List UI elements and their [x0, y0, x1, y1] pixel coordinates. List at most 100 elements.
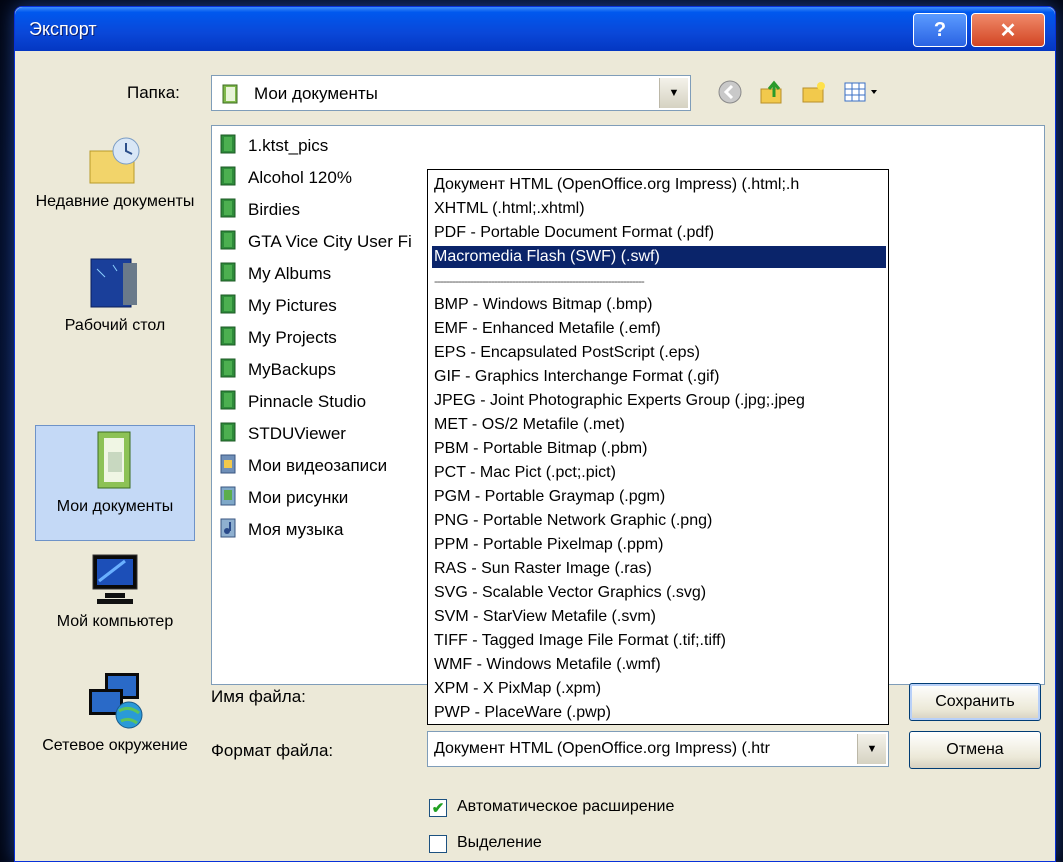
help-button[interactable]: ?	[913, 13, 967, 47]
back-icon[interactable]	[715, 77, 745, 107]
folder-icon	[220, 422, 238, 447]
list-item[interactable]: GTA Vice City User Fi	[220, 228, 412, 256]
auto-extension-label: Автоматическое расширение	[457, 798, 675, 815]
list-item[interactable]: My Projects	[220, 324, 337, 352]
music-folder-icon	[220, 518, 238, 543]
place-network[interactable]: Сетевое окружение	[35, 669, 195, 789]
list-item[interactable]: Birdies	[220, 196, 300, 224]
place-recent[interactable]: Недавние документы	[35, 135, 195, 245]
dialog-body: Папка: Мои документы ▼ Недавние документ…	[15, 51, 1055, 861]
format-option[interactable]: PPM - Portable Pixelmap (.ppm)	[432, 534, 886, 556]
folder-current: Мои документы	[254, 84, 378, 103]
format-select[interactable]: Документ HTML (OpenOffice.org Impress) (…	[427, 731, 889, 767]
folder-icon	[220, 390, 238, 415]
chevron-down-icon[interactable]: ▼	[857, 734, 886, 764]
format-option[interactable]: PGM - Portable Graymap (.pgm)	[432, 486, 886, 508]
folder-icon	[220, 166, 238, 191]
place-label: Рабочий стол	[64, 317, 166, 334]
format-option[interactable]: PWP - PlaceWare (.pwp)	[432, 702, 886, 724]
folder-icon	[220, 230, 238, 255]
file-name: My Projects	[248, 328, 337, 347]
place-label: Недавние документы	[35, 193, 195, 210]
file-name: STDUViewer	[248, 424, 346, 443]
list-item[interactable]: Мои рисунки	[220, 484, 348, 512]
format-option[interactable]: JPEG - Joint Photographic Experts Group …	[432, 390, 886, 412]
list-item[interactable]: STDUViewer	[220, 420, 346, 448]
auto-extension-checkbox[interactable]: ✔	[429, 799, 447, 817]
list-item[interactable]: Мои видеозаписи	[220, 452, 387, 480]
list-item[interactable]: MyBackups	[220, 356, 336, 384]
format-separator: ----------------------------------------…	[434, 274, 645, 288]
title-bar[interactable]: Экспорт ? ✕	[15, 7, 1055, 51]
format-option[interactable]: GIF - Graphics Interchange Format (.gif)	[432, 366, 886, 388]
format-dropdown-list[interactable]: Документ HTML (OpenOffice.org Impress) (…	[427, 169, 889, 725]
export-dialog: Экспорт ? ✕ Папка: Мои документы ▼ Недав…	[14, 6, 1056, 862]
my-computer-icon	[35, 551, 195, 607]
format-option[interactable]: RAS - Sun Raster Image (.ras)	[432, 558, 886, 580]
pictures-folder-icon	[220, 486, 238, 511]
format-option[interactable]: MET - OS/2 Metafile (.met)	[432, 414, 886, 436]
recent-documents-icon	[35, 135, 195, 187]
format-option[interactable]: EPS - Encapsulated PostScript (.eps)	[432, 342, 886, 364]
file-name: MyBackups	[248, 360, 336, 379]
format-option[interactable]: PBM - Portable Bitmap (.pbm)	[432, 438, 886, 460]
new-folder-icon[interactable]	[799, 77, 829, 107]
format-current: Документ HTML (OpenOffice.org Impress) (…	[434, 740, 770, 757]
selection-label: Выделение	[457, 834, 542, 851]
format-option[interactable]: WMF - Windows Metafile (.wmf)	[432, 654, 886, 676]
file-name: Мои видеозаписи	[248, 456, 388, 475]
format-option[interactable]: BMP - Windows Bitmap (.bmp)	[432, 294, 886, 316]
folder-toolbar	[715, 77, 885, 107]
video-folder-icon	[220, 454, 238, 479]
folder-icon	[220, 134, 238, 159]
folder-label: Папка:	[127, 83, 180, 102]
format-option-selected[interactable]: Macromedia Flash (SWF) (.swf)	[432, 246, 886, 268]
format-option[interactable]: SVG - Scalable Vector Graphics (.svg)	[432, 582, 886, 604]
place-desktop[interactable]: Рабочий стол	[35, 257, 195, 357]
desktop-icon	[35, 257, 195, 311]
list-item[interactable]: My Pictures	[220, 292, 337, 320]
place-my-computer[interactable]: Мой компьютер	[35, 551, 195, 651]
places-bar: Недавние документы Рабочий стол Мои доку…	[35, 125, 195, 754]
file-name: My Albums	[248, 264, 332, 283]
my-documents-icon	[36, 430, 194, 492]
format-option[interactable]: PCT - Mac Pict (.pct;.pict)	[432, 462, 886, 484]
format-option[interactable]: SVM - StarView Metafile (.svm)	[432, 606, 886, 628]
my-documents-icon	[220, 83, 242, 110]
list-item[interactable]: Моя музыка	[220, 516, 343, 544]
close-button[interactable]: ✕	[971, 13, 1045, 47]
list-item[interactable]: My Albums	[220, 260, 331, 288]
place-my-documents[interactable]: Мои документы	[35, 425, 195, 541]
format-option[interactable]: PDF - Portable Document Format (.pdf)	[432, 222, 886, 244]
folder-icon	[220, 358, 238, 383]
folder-icon	[220, 326, 238, 351]
file-name: My Pictures	[248, 296, 337, 315]
selection-checkbox[interactable]	[429, 835, 447, 853]
place-label: Сетевое окружение	[42, 737, 188, 754]
view-menu-icon[interactable]	[841, 77, 885, 107]
save-button[interactable]: Сохранить	[909, 683, 1041, 721]
format-option[interactable]: XHTML (.html;.xhtml)	[432, 198, 886, 220]
place-label: Мой компьютер	[56, 613, 174, 630]
list-item[interactable]: Pinnacle Studio	[220, 388, 366, 416]
folder-icon	[220, 294, 238, 319]
file-name: Birdies	[248, 200, 300, 219]
network-icon	[35, 669, 195, 731]
file-name: 1.ktst_pics	[248, 136, 329, 155]
chevron-down-icon[interactable]: ▼	[659, 78, 688, 108]
file-name: Моя музыка	[248, 520, 344, 539]
folder-icon	[220, 198, 238, 223]
format-option[interactable]: XPM - X PixMap (.xpm)	[432, 678, 886, 700]
cancel-button[interactable]: Отмена	[909, 731, 1041, 769]
format-option[interactable]: EMF - Enhanced Metafile (.emf)	[432, 318, 886, 340]
file-name: Alcohol 120%	[248, 168, 352, 187]
format-option[interactable]: TIFF - Tagged Image File Format (.tif;.t…	[432, 630, 886, 652]
format-option[interactable]: Документ HTML (OpenOffice.org Impress) (…	[432, 174, 886, 196]
list-item[interactable]: Alcohol 120%	[220, 164, 352, 192]
window-title: Экспорт	[29, 19, 97, 39]
format-label: Формат файла:	[211, 741, 334, 760]
up-folder-icon[interactable]	[757, 77, 787, 107]
list-item[interactable]: 1.ktst_pics	[220, 132, 328, 160]
format-option[interactable]: PNG - Portable Network Graphic (.png)	[432, 510, 886, 532]
folder-select[interactable]: Мои документы ▼	[211, 75, 691, 111]
